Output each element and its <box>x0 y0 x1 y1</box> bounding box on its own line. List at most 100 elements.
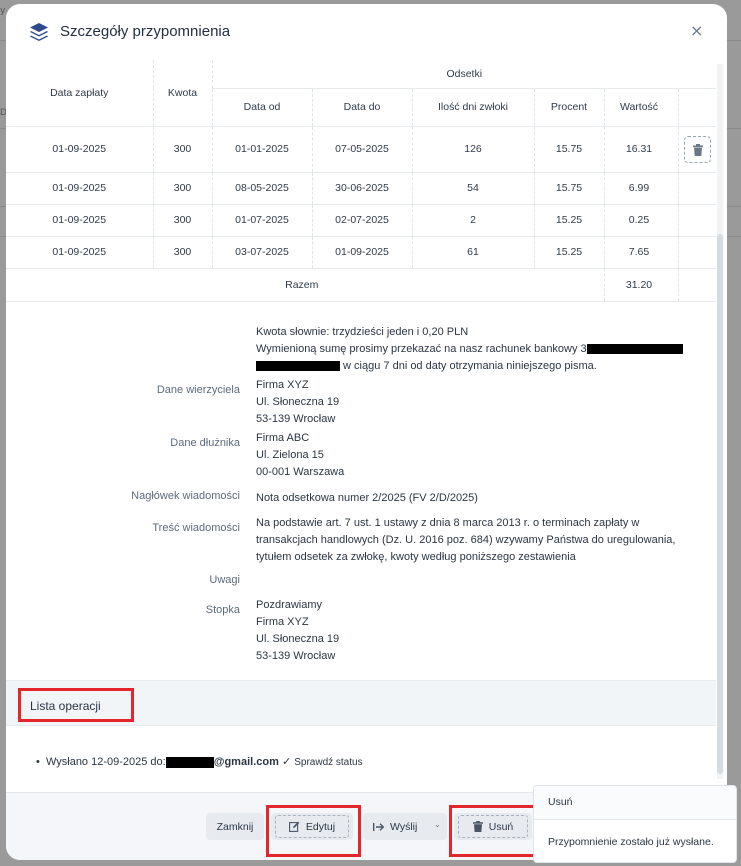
operations-section-header: Lista operacji <box>6 680 716 726</box>
payment-instruction-text: w ciągu 7 dni od daty otrzymania niniejs… <box>340 360 597 372</box>
cell-payment-date: 01-09-2025 <box>6 236 154 269</box>
table-row: 01-09-2025 300 08-05-2025 30-06-2025 54 … <box>6 172 716 205</box>
cell-date-from: 03-07-2025 <box>212 236 313 269</box>
operation-text: Wysłano 12-09-2025 do: <box>45 756 166 768</box>
cell-date-from: 01-07-2025 <box>212 204 313 237</box>
send-button[interactable]: Wyślij ⌄ <box>363 813 447 840</box>
cell-days: 61 <box>412 236 535 269</box>
payment-instruction-line1: Wymienioną sumę prosimy przekazać na nas… <box>256 341 683 358</box>
cell-days: 2 <box>412 204 535 237</box>
cell-amount: 300 <box>153 172 213 205</box>
cell-value: 6.99 <box>604 172 679 205</box>
cell-percent: 15.75 <box>534 126 605 173</box>
scrollbar-thumb[interactable] <box>717 234 723 774</box>
creditor-line: Ul. Słoneczna 19 <box>256 396 340 408</box>
check-status-link[interactable]: Sprawdź status <box>294 757 362 768</box>
cell-percent: 15.25 <box>534 236 605 269</box>
message-content-label: Treść wiadomości <box>152 522 240 534</box>
cell-days: 54 <box>412 172 535 205</box>
send-arrow-icon <box>373 822 385 831</box>
cell-date-to: 02-07-2025 <box>312 204 413 237</box>
cell-payment-date: 01-09-2025 <box>6 126 154 173</box>
highlight-frame <box>266 805 361 857</box>
cell-actions <box>678 236 716 269</box>
cell-date-to: 07-05-2025 <box>312 126 413 173</box>
cell-actions <box>678 268 716 302</box>
footer-label: Stopka <box>205 604 240 616</box>
cell-amount: 300 <box>153 236 213 269</box>
modal-title: Szczegóły przypomnienia <box>60 23 231 40</box>
cell-value: 7.65 <box>604 236 679 269</box>
message-content-line: tytułem odsetek za zwłokę, kwoty według … <box>256 551 576 563</box>
cell-date-from: 08-05-2025 <box>212 172 313 205</box>
popover-title: Usuń <box>534 786 736 820</box>
modal-body[interactable]: Data zapłaty Kwota Odsetki Data od Data … <box>6 60 727 792</box>
payment-instruction-text: Wymienioną sumę prosimy przekazać na nas… <box>256 343 587 355</box>
total-value: 31.20 <box>603 268 679 302</box>
table-row: 01-09-2025 300 01-07-2025 02-07-2025 2 1… <box>6 204 716 237</box>
header-date-to: Data do <box>312 88 413 127</box>
footer-line: Firma XYZ <box>256 616 309 628</box>
bullet: • <box>36 756 46 768</box>
header-amount: Kwota <box>153 60 213 127</box>
redacted-account <box>256 361 340 372</box>
cell-amount: 300 <box>153 204 213 237</box>
operation-email: @gmail.com <box>213 756 279 768</box>
table-total-row: Razem 31.20 <box>6 268 716 302</box>
header-days-delay: Ilość dni zwłoki <box>412 88 535 127</box>
cell-payment-date: 01-09-2025 <box>6 204 154 237</box>
debtor-value: Firma ABC Ul. Zielona 15 00-001 Warszawa <box>256 430 344 481</box>
redacted-account <box>586 344 683 355</box>
background-text: y <box>0 6 6 16</box>
cell-value: 0.25 <box>604 204 679 237</box>
header-actions <box>678 88 716 127</box>
cell-actions <box>678 172 716 205</box>
operation-list-item: • Wysłano 12-09-2025 do: @gmail.com ✓ Spr… <box>36 755 363 768</box>
creditor-line: 53-139 Wrocław <box>256 413 336 425</box>
trash-icon <box>692 143 703 156</box>
header-date-from: Data od <box>212 88 313 127</box>
footer-value: Pozdrawiamy Firma XYZ Ul. Słoneczna 19 5… <box>256 597 339 665</box>
popover-message: Przypomnienie zostało już wysłane. <box>548 836 714 848</box>
delete-popover: Usuń Przypomnienie zostało już wysłane. <box>533 785 737 863</box>
header-interest-group: Odsetki <box>212 60 716 89</box>
header-value: Wartość <box>604 88 679 127</box>
message-header-value: Nota odsetkowa numer 2/2025 (FV 2/D/2025… <box>256 492 478 504</box>
cell-amount: 300 <box>153 126 213 173</box>
cell-actions <box>678 204 716 237</box>
highlight-frame <box>449 805 537 857</box>
cell-date-to: 01-09-2025 <box>312 236 413 269</box>
reminder-details-modal: Szczegóły przypomnienia × Data zapłaty K… <box>6 4 727 860</box>
header-payment-date: Data zapłaty <box>6 60 154 127</box>
chevron-down-icon[interactable]: ⌄ <box>434 820 441 829</box>
creditor-line: Firma XYZ <box>256 379 309 391</box>
interest-table: Data zapłaty Kwota Odsetki Data od Data … <box>6 60 716 302</box>
redacted-email <box>165 756 214 768</box>
send-button-label: Wyślij <box>390 820 418 833</box>
creditor-label: Dane wierzyciela <box>156 384 240 396</box>
cell-date-to: 30-06-2025 <box>312 172 413 205</box>
operations-title: Lista operacji <box>18 688 134 722</box>
close-button[interactable]: Zamknij <box>206 813 264 840</box>
debtor-line: 00-001 Warszawa <box>256 466 345 478</box>
message-content-value: Na podstawie art. 7 ust. 1 ustawy z dnia… <box>256 515 675 566</box>
debtor-line: Ul. Zielona 15 <box>256 449 324 461</box>
footer-line: 53-139 Wrocław <box>256 650 336 662</box>
creditor-value: Firma XYZ Ul. Słoneczna 19 53-139 Wrocła… <box>256 377 339 428</box>
total-label: Razem <box>6 268 604 302</box>
delete-row-button[interactable] <box>683 135 711 163</box>
debtor-label: Dane dłużnika <box>170 437 240 449</box>
check-icon: ✓ <box>281 756 292 768</box>
message-content-line: Na podstawie art. 7 ust. 1 ustawy z dnia… <box>256 517 640 529</box>
footer-line: Ul. Słoneczna 19 <box>256 633 340 645</box>
cell-percent: 15.25 <box>534 204 605 237</box>
cell-percent: 15.75 <box>534 172 605 205</box>
payment-instruction-line2: w ciągu 7 dni od daty otrzymania niniejs… <box>256 358 597 375</box>
layers-icon <box>30 23 48 41</box>
close-icon[interactable]: × <box>690 21 703 40</box>
cell-payment-date: 01-09-2025 <box>6 172 154 205</box>
message-header-label: Nagłówek wiadomości <box>131 490 240 502</box>
modal-header: Szczegóły przypomnienia × <box>6 4 727 60</box>
table-row: 01-09-2025 300 03-07-2025 01-09-2025 61 … <box>6 236 716 269</box>
cell-days: 126 <box>412 126 535 173</box>
